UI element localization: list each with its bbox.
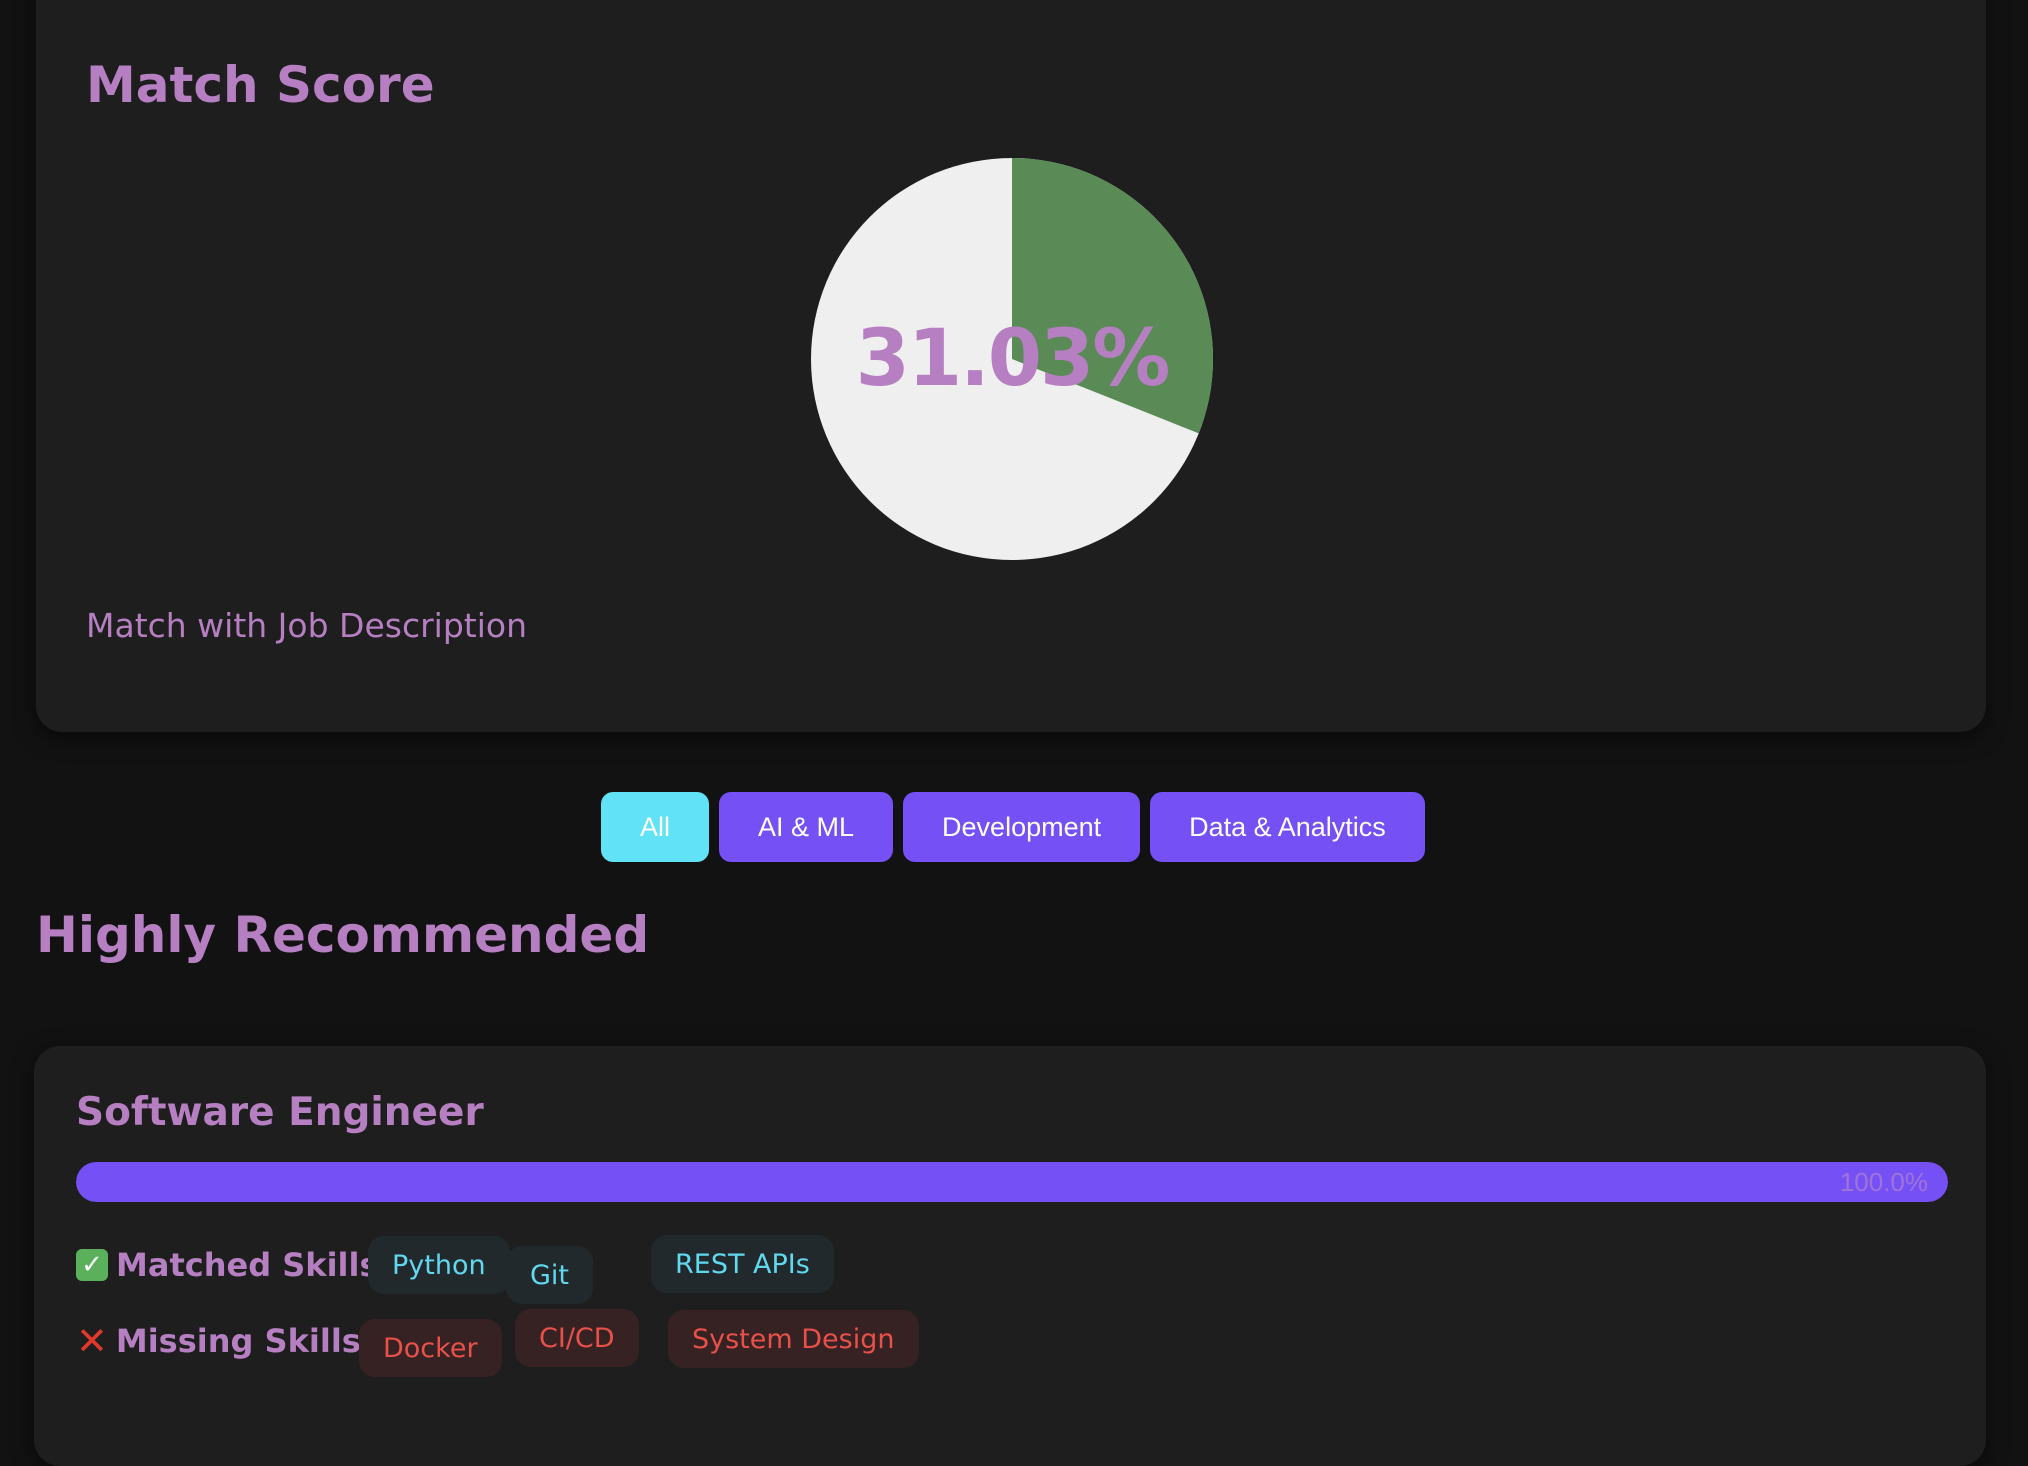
missing-skills-label: ✕ Missing Skills: [76, 1322, 374, 1360]
progress-value: 100.0% [1839, 1167, 1928, 1197]
matched-skill-chip: Python [368, 1236, 510, 1294]
filter-button-development[interactable]: Development [903, 792, 1141, 862]
missing-skill-chip: Docker [359, 1319, 502, 1377]
job-title: Software Engineer [76, 1090, 484, 1135]
missing-skills-text: Missing Skills: [115, 1322, 374, 1360]
match-score-pie-chart [811, 158, 1213, 560]
match-score-title: Match Score [86, 56, 435, 114]
missing-skill-chip: CI/CD [515, 1309, 639, 1367]
matched-skill-chip: REST APIs [651, 1235, 834, 1293]
match-score-card: Match Score 31.03% Match with Job Descri… [36, 0, 1986, 732]
cross-mark-icon: ✕ [76, 1319, 108, 1363]
filter-button-ai-ml[interactable]: AI & ML [719, 792, 894, 862]
category-filters: All AI & ML Development Data & Analytics [601, 792, 1425, 862]
match-score-caption: Match with Job Description [86, 606, 527, 645]
filter-button-all[interactable]: All [601, 792, 710, 862]
job-match-progress-bar: 100.0% [76, 1162, 1948, 1202]
progress-fill [76, 1162, 1948, 1202]
job-card: Software Engineer 100.0% ✓ Matched Skill… [34, 1046, 1986, 1466]
filter-button-data-analytics[interactable]: Data & Analytics [1150, 792, 1425, 862]
section-title: Highly Recommended [36, 906, 650, 964]
matched-skills-text: Matched Skills: [116, 1246, 392, 1284]
matched-skill-chip: Git [506, 1246, 594, 1304]
matched-skills-label: ✓ Matched Skills: [76, 1246, 391, 1284]
check-mark-icon: ✓ [76, 1249, 108, 1281]
missing-skill-chip: System Design [668, 1310, 919, 1368]
